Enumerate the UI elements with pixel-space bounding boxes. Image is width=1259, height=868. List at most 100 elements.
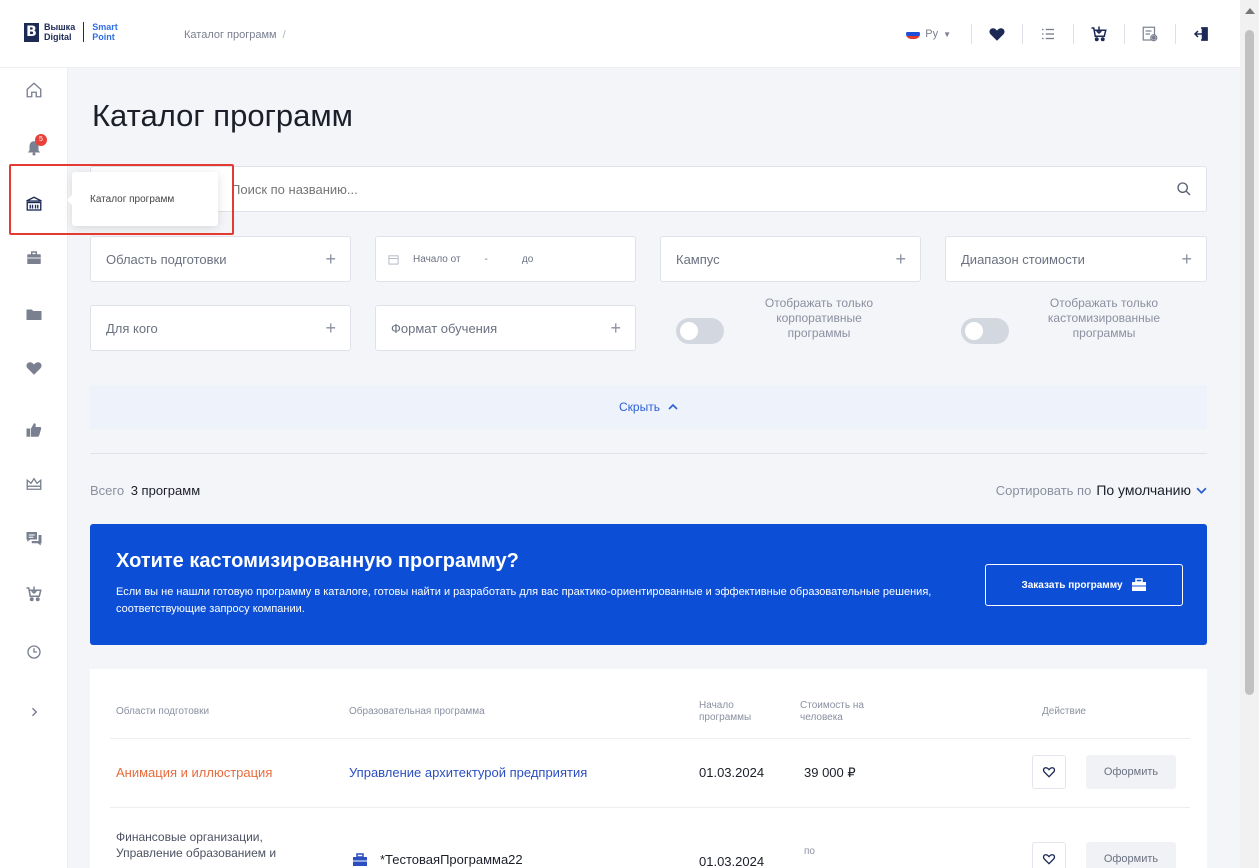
start-date-filter[interactable]: Начало от - до — [375, 236, 636, 282]
highlight-box — [9, 164, 234, 235]
sidebar-item-messages[interactable] — [22, 526, 46, 550]
scrollbar-thumb[interactable] — [1245, 30, 1254, 695]
sidebar-item-cart[interactable] — [22, 582, 46, 606]
row-divider — [110, 738, 1190, 739]
custom-program-banner: Хотите кастомизированную программу? Если… — [90, 524, 1207, 645]
corporate-toggle-label: Отображать только корпоративные программ… — [764, 296, 874, 340]
language-selector[interactable]: Ру ▼ — [906, 28, 951, 40]
header-start: Начало программы — [699, 700, 752, 723]
favorites-button[interactable] — [972, 0, 1022, 68]
logo-line1a: Вышка — [44, 22, 76, 32]
page-title: Каталог программ — [92, 98, 353, 133]
logo-line1b: Digital — [44, 32, 72, 42]
sort-selector[interactable]: Сортировать по По умолчанию — [996, 482, 1207, 498]
sidebar-expand-button[interactable] — [22, 700, 46, 724]
sidebar-item-rating[interactable] — [22, 472, 46, 496]
banner-title: Хотите кастомизированную программу? — [116, 550, 519, 572]
list-button[interactable] — [1023, 0, 1073, 68]
calendar-icon — [388, 254, 399, 265]
search-bar[interactable] — [90, 166, 1207, 212]
campus-filter[interactable]: Кампус + — [660, 236, 921, 282]
price-range-label: Диапазон стоимости — [961, 251, 1085, 267]
breadcrumb: Каталог программ / — [184, 29, 286, 41]
logo-mark: В — [24, 22, 39, 42]
thumbs-up-icon — [26, 423, 42, 437]
header-price: Стоимость на человека — [800, 700, 864, 723]
custom-toggle-group: Отображать только кастомизированные прог… — [961, 296, 1160, 344]
custom-toggle-label: Отображать только кастомизированные прог… — [1047, 296, 1161, 340]
format-filter[interactable]: Формат обучения + — [375, 305, 636, 351]
favorite-button[interactable] — [1032, 755, 1066, 789]
favorite-button[interactable] — [1032, 842, 1066, 868]
logout-button[interactable] — [1176, 0, 1226, 68]
chevron-up-icon — [668, 403, 678, 410]
row-area-link[interactable]: Анимация и иллюстрация — [116, 765, 272, 781]
search-icon[interactable] — [1176, 181, 1192, 197]
logo-divider — [83, 22, 85, 42]
corporate-toggle[interactable] — [676, 318, 724, 344]
chevron-down-icon: ▼ — [943, 29, 951, 39]
chevron-right-icon — [31, 707, 38, 717]
area-filter-label: Область подготовки — [106, 251, 227, 267]
plus-icon: + — [1181, 249, 1192, 269]
row-price: по — [804, 846, 815, 857]
heart-outline-icon — [1042, 854, 1056, 865]
audience-filter[interactable]: Для кого + — [90, 305, 351, 351]
main-content: Каталог программ Область подготовки + На… — [68, 68, 1240, 868]
plus-icon: + — [610, 318, 621, 338]
start-from-label: Начало от — [413, 253, 461, 265]
cart-button[interactable] — [1074, 0, 1124, 68]
chevron-down-icon — [1196, 487, 1207, 494]
sidebar-item-home[interactable] — [22, 78, 46, 102]
enroll-button[interactable]: Оформить — [1086, 842, 1176, 868]
row-program[interactable]: *ТестоваяПрограмма22 — [352, 852, 523, 868]
sidebar-item-likes[interactable] — [22, 418, 46, 442]
breadcrumb-item[interactable]: Каталог программ — [184, 29, 277, 41]
order-program-label: Заказать программу — [1021, 579, 1123, 591]
row-program-link[interactable]: Управление архитектурой предприятия — [349, 765, 587, 781]
plus-icon: + — [325, 318, 336, 338]
header-area: Области подготовки — [116, 706, 210, 717]
scrollbar[interactable] — [1240, 0, 1259, 868]
top-bar: В Вышка Digital Smart Point Каталог прог… — [0, 0, 1240, 68]
cart-icon — [26, 586, 42, 602]
heart-outline-icon — [1042, 767, 1056, 778]
price-range-filter[interactable]: Диапазон стоимости + — [945, 236, 1207, 282]
order-program-button[interactable]: Заказать программу — [985, 564, 1183, 606]
hide-filters-button[interactable]: Скрыть — [90, 385, 1207, 429]
sidebar-item-folders[interactable] — [22, 302, 46, 326]
sidebar-item-favorites[interactable] — [22, 356, 46, 380]
audience-filter-label: Для кого — [106, 320, 158, 336]
logo-line2a: Smart — [92, 22, 118, 32]
folder-icon — [26, 309, 42, 320]
sidebar-item-notifications[interactable]: 5 — [22, 134, 47, 160]
row-start-date: 01.03.2024 — [699, 854, 765, 868]
campus-filter-label: Кампус — [676, 251, 720, 267]
enroll-button[interactable]: Оформить — [1086, 755, 1176, 789]
divider — [90, 453, 1207, 454]
plus-icon: + — [895, 249, 906, 269]
custom-toggle[interactable] — [961, 318, 1009, 344]
total-count: Всего 3 программ — [90, 483, 200, 498]
logo-text-left: Вышка Digital — [44, 22, 75, 42]
search-input[interactable] — [231, 167, 1131, 211]
heart-icon — [989, 28, 1005, 41]
logo[interactable]: В Вышка Digital Smart Point — [24, 22, 118, 42]
total-prefix: Всего — [90, 483, 125, 498]
certificate-button[interactable] — [1125, 0, 1175, 68]
plus-icon: + — [325, 249, 336, 269]
banner-text: Если вы не нашли готовую программу в кат… — [116, 586, 932, 615]
clock-icon — [27, 645, 41, 659]
logo-text-right: Smart Point — [92, 22, 118, 42]
header-program: Образовательная программа — [349, 706, 485, 717]
sort-value: По умолчанию — [1096, 482, 1191, 498]
crown-icon — [26, 477, 42, 490]
area-filter[interactable]: Область подготовки + — [90, 236, 351, 282]
sidebar-item-work[interactable] — [22, 246, 46, 270]
sidebar-item-history[interactable] — [22, 640, 46, 664]
row-program-name: *ТестоваяПрограмма22 — [380, 852, 523, 867]
flag-icon — [906, 29, 921, 39]
logo-line2b: Point — [92, 32, 115, 42]
row-area-text[interactable]: Финансовые организации, Управление образ… — [116, 829, 326, 861]
scroll-up-arrow[interactable] — [1245, 8, 1255, 14]
